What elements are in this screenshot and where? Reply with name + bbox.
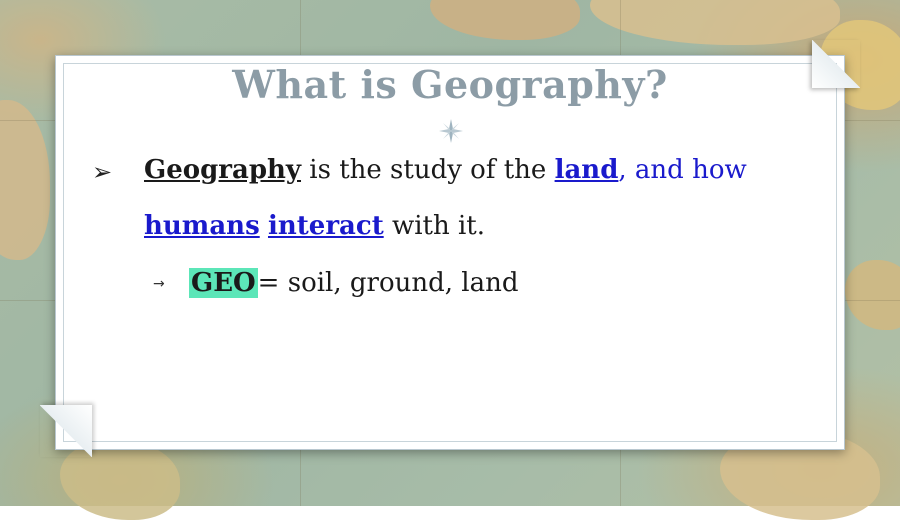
- sub-bullet-line: GEO= soil, ground, land: [189, 268, 518, 298]
- compass-rose-icon: [439, 119, 463, 143]
- page-curl-bottom-left: [40, 405, 92, 457]
- bullet-arrow-icon: ➢: [92, 158, 113, 186]
- bullet-space: [260, 211, 268, 241]
- map-landmass: [845, 260, 900, 330]
- bullet-text: is the study of the: [301, 155, 555, 185]
- link-humans[interactable]: humans: [144, 211, 260, 241]
- link-land[interactable]: land: [555, 155, 619, 185]
- bullet-line-1: Geography is the study of the land, and …: [144, 155, 747, 185]
- map-landmass: [0, 100, 50, 260]
- map-landmass: [430, 0, 580, 40]
- bullet-text-blue: , and how: [618, 155, 747, 185]
- bullet-text: with it.: [383, 211, 486, 241]
- term-geography: Geography: [144, 155, 302, 185]
- sub-bullet-arrow-icon: →: [153, 276, 165, 292]
- slide-card: [55, 55, 845, 450]
- bullet-line-2: humans interact with it.: [144, 211, 485, 241]
- link-interact[interactable]: interact: [268, 211, 384, 241]
- slide-title: What is Geography?: [232, 62, 668, 107]
- term-geo-highlighted: GEO: [189, 268, 258, 298]
- map-landmass: [590, 0, 840, 45]
- sub-bullet-text: = soil, ground, land: [257, 268, 519, 298]
